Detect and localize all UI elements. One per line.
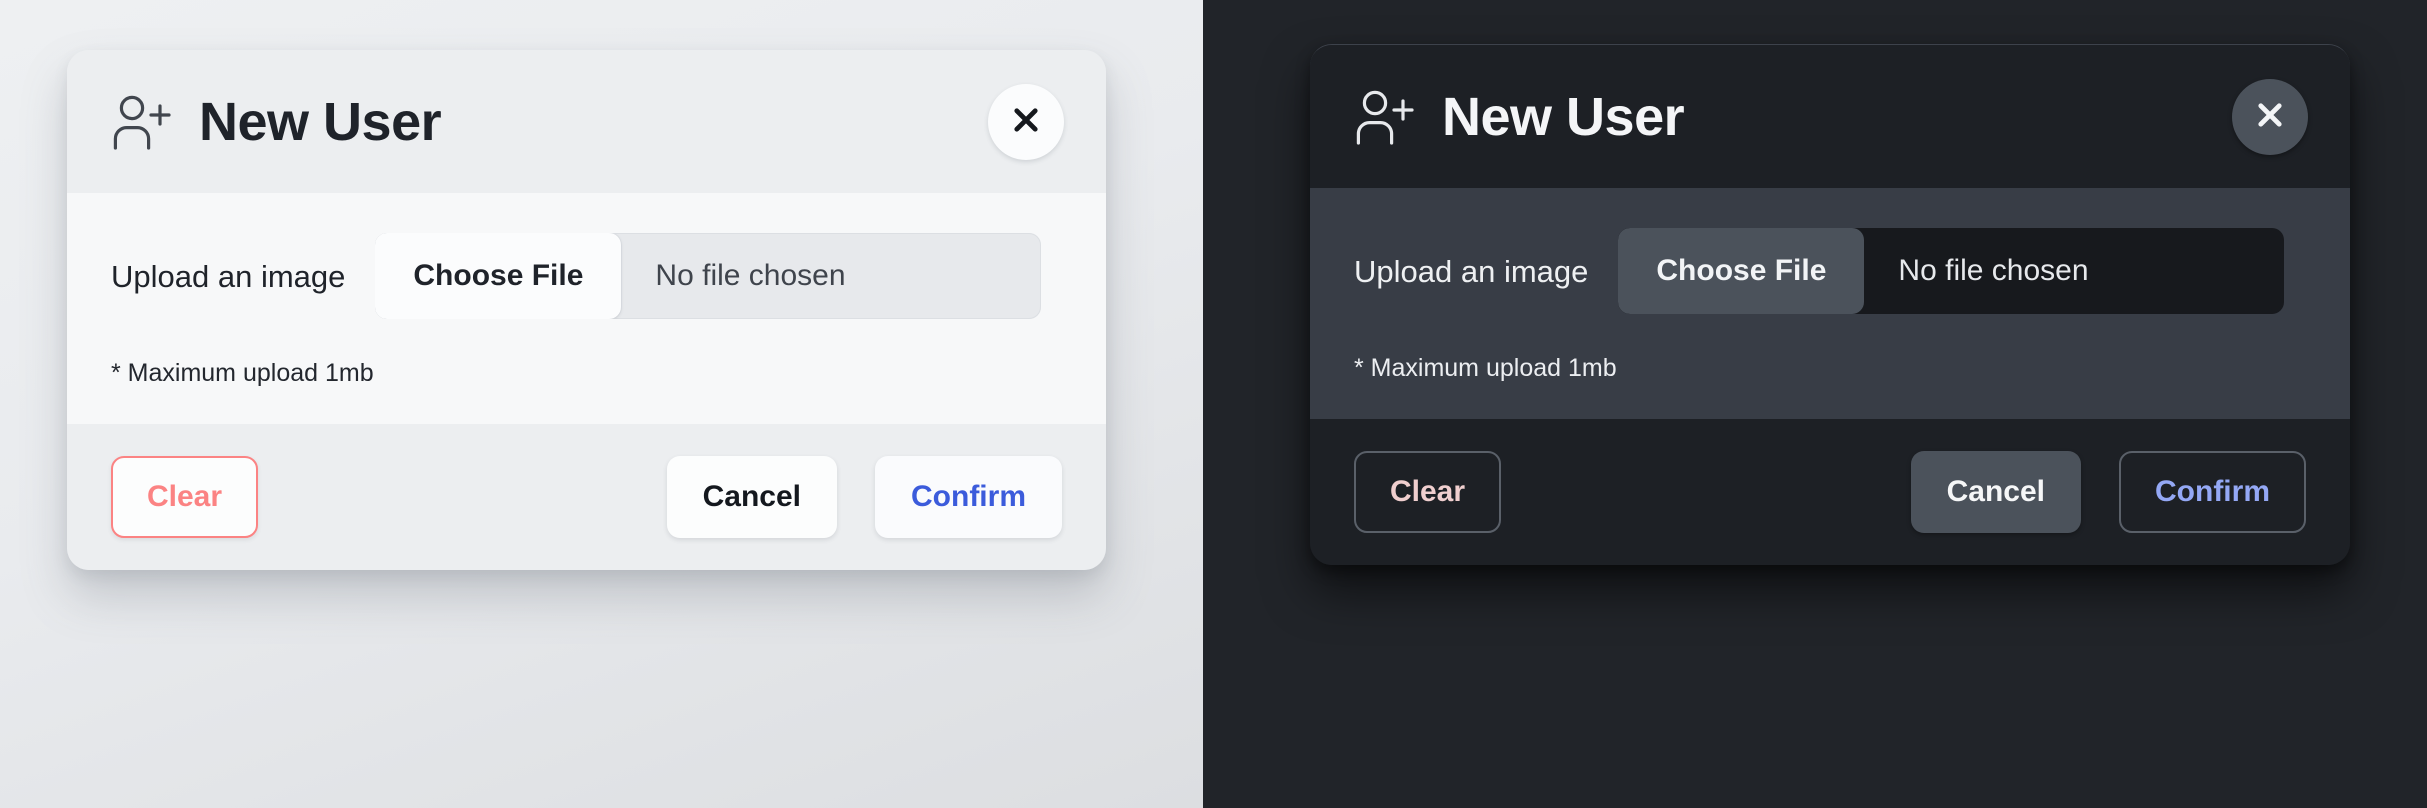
close-icon [2253,98,2287,135]
light-theme-panel-backdrop: New User Upload an image Choose File No … [0,0,1203,808]
clear-button[interactable]: Clear [111,456,259,538]
dialog-title-group: New User [111,93,988,151]
comparison-stage: New User Upload an image Choose File No … [0,0,2427,808]
page-title: New User [199,91,442,152]
confirm-button[interactable]: Confirm [875,456,1062,538]
close-icon [1009,103,1043,140]
upload-row: Upload an image Choose File No file chos… [111,233,1062,319]
dialog-body: Upload an image Choose File No file chos… [1310,188,2350,419]
upload-hint: * Maximum upload 1mb [111,359,374,387]
confirm-button[interactable]: Confirm [2119,451,2306,533]
upload-row: Upload an image Choose File No file chos… [1354,228,2306,314]
close-button[interactable] [2232,78,2308,155]
page-title: New User [1442,86,1685,147]
new-user-dialog-light: New User Upload an image Choose File No … [67,50,1106,570]
file-input-control[interactable]: Choose File No file chosen [375,233,1042,319]
dialog-footer: Clear Cancel Confirm [67,424,1106,570]
upload-image-label: Upload an image [111,258,346,294]
upload-image-label: Upload an image [1354,253,1589,289]
dark-theme-panel-backdrop: New User Upload an image Choose File No … [1203,0,2427,808]
dialog-body: Upload an image Choose File No file chos… [67,193,1106,424]
user-plus-icon [111,93,173,151]
dialog-title-group: New User [1354,88,2232,146]
choose-file-button[interactable]: Choose File [1618,228,1865,314]
file-input-control[interactable]: Choose File No file chosen [1618,228,2285,314]
cancel-button[interactable]: Cancel [666,456,837,538]
file-status-text: No file chosen [1898,254,2089,287]
dialog-header: New User [67,50,1106,193]
upload-hint: * Maximum upload 1mb [1354,354,1617,382]
clear-button[interactable]: Clear [1354,451,1502,533]
close-button[interactable] [988,83,1064,160]
dialog-footer: Clear Cancel Confirm [1310,419,2350,565]
user-plus-icon [1354,88,1416,146]
choose-file-button[interactable]: Choose File [375,233,622,319]
new-user-dialog-dark: New User Upload an image Choose File No … [1310,44,2350,565]
cancel-button[interactable]: Cancel [1910,451,2081,533]
file-status-text: No file chosen [655,259,846,292]
dialog-header: New User [1310,45,2350,188]
